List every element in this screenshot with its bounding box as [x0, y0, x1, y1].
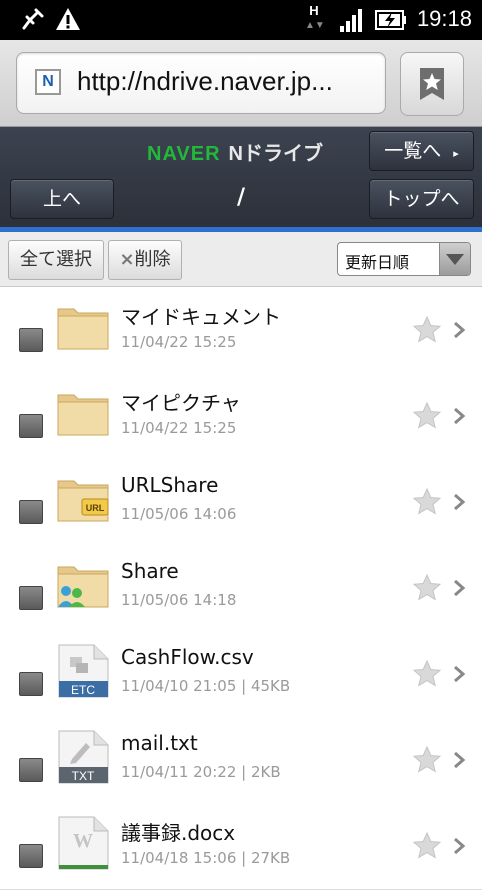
- row-checkbox[interactable]: [19, 328, 43, 352]
- hspa-data-icon: H ▲▼: [305, 3, 325, 31]
- select-all-button[interactable]: 全て選択: [8, 240, 104, 280]
- signal-icon: [340, 9, 362, 32]
- battery-charging-icon: [375, 10, 406, 30]
- row-checkbox[interactable]: [19, 586, 43, 610]
- url-folder-icon: URL: [57, 480, 109, 522]
- file-row[interactable]: マイドキュメント 11/04/22 15:25: [0, 287, 482, 374]
- file-row[interactable]: W 議事録.docx 11/04/18 15:06 | 27KB: [0, 803, 482, 890]
- file-name: マイドキュメント: [121, 305, 281, 329]
- file-row[interactable]: URL URLShare 11/05/06 14:06: [0, 459, 482, 546]
- file-name: URLShare: [121, 473, 219, 497]
- file-meta: 11/05/06 14:06: [121, 505, 237, 523]
- chevron-right-icon: [454, 665, 466, 683]
- top-button[interactable]: トップへ: [369, 179, 474, 219]
- chevron-right-icon: [454, 579, 466, 597]
- triangle-down-icon: [446, 254, 464, 265]
- url-text: http://ndrive.naver.jp...: [77, 66, 333, 96]
- favorite-star-icon[interactable]: [412, 487, 442, 517]
- chevron-right-icon: [454, 321, 466, 339]
- etc-file-icon: ETC: [58, 644, 109, 698]
- word-glyph: W: [73, 830, 93, 852]
- row-checkbox[interactable]: [19, 414, 43, 438]
- network-type-label: H: [309, 3, 319, 18]
- file-row[interactable]: ETC CashFlow.csv 11/04/10 21:05 | 45KB: [0, 631, 482, 718]
- file-name: 議事録.docx: [121, 821, 236, 845]
- site-favicon: N: [35, 69, 61, 95]
- file-name: Share: [121, 559, 179, 583]
- ndrive-product-name: Nドライブ: [228, 143, 323, 165]
- url-badge: URL: [86, 503, 105, 513]
- file-type-badge: TXT: [72, 769, 95, 783]
- bookmark-button[interactable]: [400, 52, 464, 116]
- file-toolbar: 全て選択 ×削除 更新日順: [0, 232, 482, 287]
- file-meta: 11/04/22 15:25: [121, 419, 237, 437]
- select-all-label: 全て選択: [20, 249, 92, 270]
- row-checkbox[interactable]: [19, 500, 43, 524]
- chevron-right-icon: [454, 751, 466, 769]
- favorite-star-icon[interactable]: [412, 573, 442, 603]
- favorite-star-icon[interactable]: [412, 745, 442, 775]
- favorite-star-icon[interactable]: [412, 659, 442, 689]
- folder-icon: [57, 308, 109, 350]
- file-row[interactable]: マイピクチャ 11/04/22 15:25: [0, 373, 482, 460]
- row-checkbox[interactable]: [19, 758, 43, 782]
- sort-dropdown-arrow: [439, 243, 470, 275]
- url-field[interactable]: N http://ndrive.naver.jp...: [16, 52, 386, 114]
- usb-debug-icon: [22, 8, 44, 30]
- txt-file-icon: TXT: [58, 730, 109, 784]
- folder-icon: [57, 394, 109, 436]
- clock: 19:18: [416, 6, 472, 31]
- file-name: マイピクチャ: [121, 391, 241, 415]
- row-checkbox[interactable]: [19, 844, 43, 868]
- chevron-right-icon: ▸: [453, 147, 459, 160]
- delete-button[interactable]: ×削除: [108, 240, 182, 280]
- sort-value: 更新日順: [345, 253, 410, 272]
- file-meta: 11/04/18 15:06 | 27KB: [121, 849, 291, 867]
- bookmark-star-icon: [420, 68, 444, 100]
- naver-brand: NAVER: [147, 143, 221, 165]
- chevron-right-icon: [454, 493, 466, 511]
- word-file-icon: W: [58, 816, 109, 870]
- naver-ndrive-logo: NAVER Nドライブ: [147, 137, 323, 166]
- file-meta: 11/04/10 21:05 | 45KB: [121, 677, 291, 695]
- file-type-badge: ETC: [71, 683, 95, 697]
- file-row[interactable]: Share 11/05/06 14:18: [0, 545, 482, 632]
- file-meta: 11/04/22 15:25: [121, 333, 237, 351]
- favorite-star-icon[interactable]: [412, 401, 442, 431]
- chevron-right-icon: [454, 837, 466, 855]
- browser-url-bar: N http://ndrive.naver.jp...: [0, 40, 482, 127]
- shared-folder-icon: [57, 566, 109, 608]
- row-checkbox[interactable]: [19, 672, 43, 696]
- file-meta: 11/05/06 14:18: [121, 591, 237, 609]
- delete-x-icon: ×: [119, 249, 135, 270]
- sort-select[interactable]: 更新日順: [337, 242, 471, 276]
- warning-icon: [56, 8, 80, 30]
- app-header: NAVER Nドライブ 一覧へ ▸ 上へ / トップへ: [0, 127, 482, 230]
- chevron-right-icon: [454, 407, 466, 425]
- list-view-label: 一覧へ: [384, 140, 442, 162]
- delete-label: 削除: [134, 249, 171, 270]
- list-view-button[interactable]: 一覧へ ▸: [369, 131, 474, 171]
- file-name: CashFlow.csv: [121, 645, 254, 669]
- favorite-star-icon[interactable]: [412, 315, 442, 345]
- top-label: トップへ: [383, 188, 460, 210]
- favorite-star-icon[interactable]: [412, 831, 442, 861]
- status-bar: H ▲▼ 19:18: [0, 0, 482, 40]
- file-name: mail.txt: [121, 731, 198, 755]
- file-meta: 11/04/11 20:22 | 2KB: [121, 763, 281, 781]
- file-row[interactable]: TXT mail.txt 11/04/11 20:22 | 2KB: [0, 717, 482, 804]
